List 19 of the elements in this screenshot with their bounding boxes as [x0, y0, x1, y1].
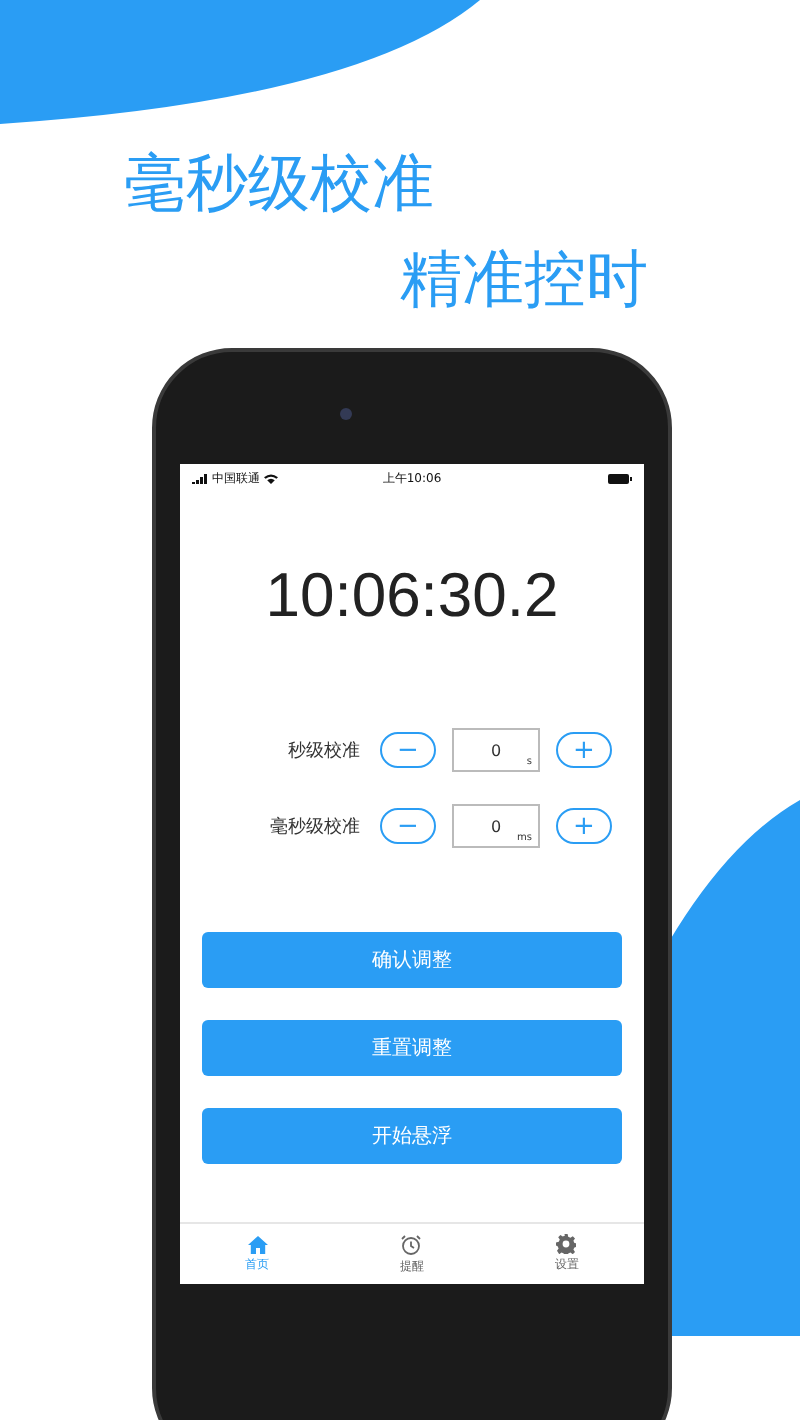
clock-display: 10:06:30.2	[265, 560, 559, 632]
action-button[interactable]: 确认调整	[202, 932, 622, 988]
wifi-icon	[264, 473, 278, 483]
decrease-button[interactable]: −	[380, 808, 436, 844]
battery-icon	[608, 473, 633, 483]
alarm-clock-icon	[400, 1233, 423, 1255]
action-button[interactable]: 重置调整	[202, 1020, 622, 1076]
headline: 精准控时	[400, 242, 648, 320]
increase-button[interactable]: +	[556, 732, 612, 768]
increase-button[interactable]: +	[556, 808, 612, 844]
settings-icon	[556, 1234, 577, 1254]
action-button[interactable]: 开始悬浮	[202, 1108, 622, 1164]
headline: 毫秒级校准	[124, 146, 434, 224]
camera-icon	[340, 408, 352, 420]
adjuster-label: 毫秒级校准	[270, 814, 360, 839]
home-icon	[247, 1235, 268, 1253]
signal-icon	[192, 473, 208, 483]
adjuster-label: 秒级校准	[288, 739, 360, 763]
decrease-button[interactable]: −	[380, 732, 436, 768]
